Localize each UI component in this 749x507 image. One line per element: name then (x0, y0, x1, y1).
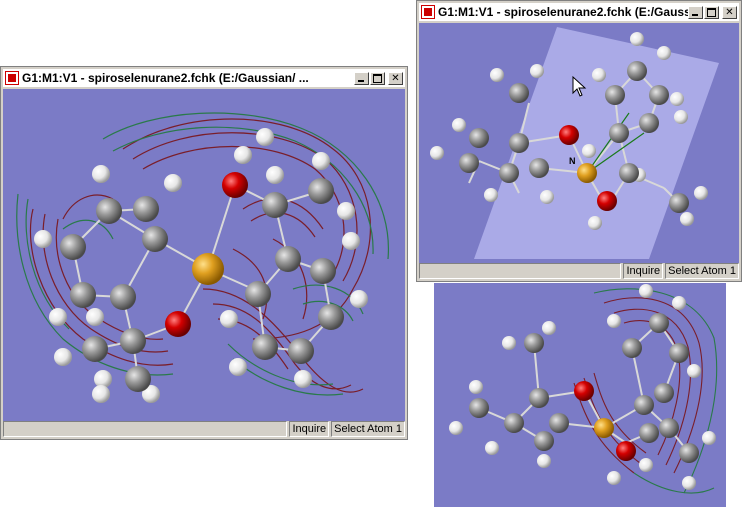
close-icon[interactable]: ✕ (388, 71, 403, 85)
atom-label-n: N (569, 156, 576, 166)
oxygen-atom (559, 125, 579, 145)
oxygen-atom (616, 441, 636, 461)
oxygen-atom (222, 172, 248, 198)
inquire-status[interactable]: Inquire (623, 263, 664, 279)
gaussview-icon[interactable] (421, 5, 435, 19)
oxygen-atom (574, 381, 594, 401)
molecule-viewport[interactable] (3, 89, 405, 421)
main-molecule-window: G1:M1:V1 - spiroselenurane2.fchk (E:/Gau… (0, 66, 408, 440)
molecule-render (16, 112, 389, 403)
status-bar: Inquire Select Atom 1 (3, 421, 405, 437)
gaussview-icon[interactable] (5, 71, 19, 85)
maximize-icon[interactable] (704, 5, 719, 19)
inquire-status[interactable]: Inquire (289, 421, 330, 437)
minimize-icon[interactable] (688, 5, 703, 19)
window-title: G1:M1:V1 - spiroselenurane2.fchk (E:/Gau… (22, 71, 309, 85)
minimize-icon[interactable] (354, 71, 369, 85)
molecule-viewport[interactable]: N (419, 23, 739, 263)
window-title: G1:M1:V1 - spiroselenurane2.fchk (E:/Gau… (438, 5, 688, 19)
molecule-render (449, 284, 718, 494)
carbon-atoms (60, 178, 344, 392)
status-bar: Inquire Select Atom 1 (419, 263, 739, 279)
selenium-atom (577, 163, 597, 183)
select-atom-status[interactable]: Select Atom 1 (331, 421, 405, 437)
oxygen-atom (165, 311, 191, 337)
maximize-icon[interactable] (370, 71, 385, 85)
contour-view-panel (434, 283, 726, 507)
selenium-atom (192, 253, 224, 285)
selenium-atom (594, 418, 614, 438)
oxygen-atom (597, 191, 617, 211)
close-icon[interactable]: ✕ (722, 5, 737, 19)
status-message (419, 263, 622, 279)
status-message (3, 421, 288, 437)
secondary-molecule-window: G1:M1:V1 - spiroselenurane2.fchk (E:/Gau… (416, 0, 742, 282)
select-atom-status[interactable]: Select Atom 1 (665, 263, 739, 279)
secondary-window-titlebar[interactable]: G1:M1:V1 - spiroselenurane2.fchk (E:/Gau… (419, 3, 739, 21)
molecule-render: N (430, 27, 719, 259)
main-window-titlebar[interactable]: G1:M1:V1 - spiroselenurane2.fchk (E:/Gau… (3, 69, 405, 87)
